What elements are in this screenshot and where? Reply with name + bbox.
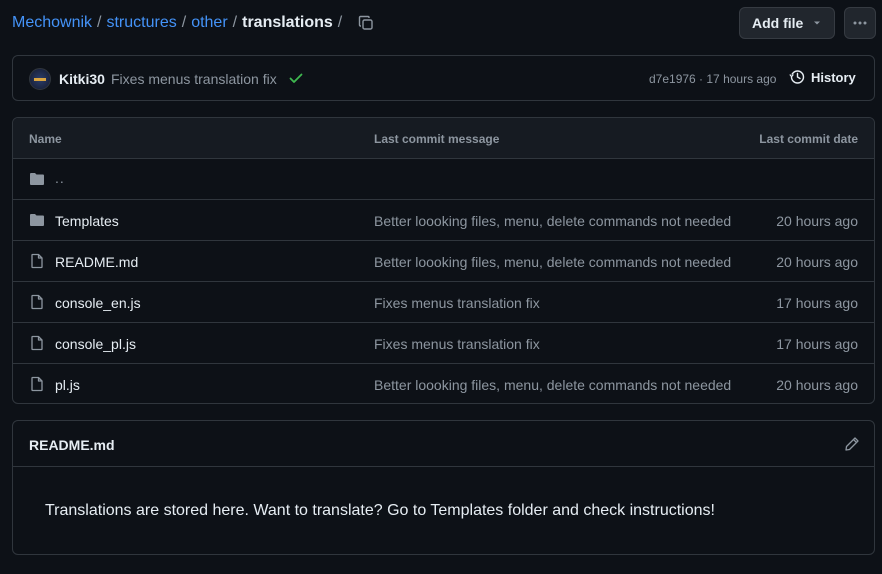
file-icon [31,335,43,351]
column-header-date: Last commit date [759,132,858,146]
commit-date: 20 hours ago [776,254,858,270]
commit-message-link[interactable]: Fixes menus translation fix [374,336,736,352]
breadcrumb-separator: / [181,14,187,31]
caret-down-icon [814,21,820,25]
commit-message-link[interactable]: Better loooking files, menu, delete comm… [374,377,736,393]
breadcrumb-separator: / [337,14,343,31]
commit-message-link[interactable]: Better loooking files, menu, delete comm… [374,213,736,229]
history-button[interactable]: History [789,69,856,85]
commit-author[interactable]: Kitki30 [59,71,105,87]
table-row[interactable]: pl.js Better loooking files, menu, delet… [13,364,874,403]
table-row[interactable]: console_pl.js Fixes menus translation fi… [13,323,874,364]
file-table: Name Last commit message Last commit dat… [12,117,875,404]
check-icon[interactable] [288,70,304,86]
commit-hash-time[interactable]: d7e1976 · 17 hours ago [649,72,776,86]
copy-icon [358,15,373,30]
table-header: Name Last commit message Last commit dat… [13,118,874,159]
file-name-link[interactable]: Templates [55,213,119,229]
file-icon [31,376,43,392]
folder-icon [30,173,44,185]
table-row[interactable]: console_en.js Fixes menus translation fi… [13,282,874,323]
add-file-label: Add file [752,15,804,31]
column-header-message: Last commit message [374,132,500,146]
top-bar: Mechownik / structures / other / transla… [12,7,876,39]
commit-date: 17 hours ago [776,336,858,352]
copy-path-button[interactable] [356,13,376,33]
breadcrumb-separator: / [97,14,102,31]
pencil-icon[interactable] [844,436,860,452]
more-options-button[interactable] [844,7,876,39]
commit-message-link[interactable]: Better loooking files, menu, delete comm… [374,254,736,270]
column-header-name: Name [29,132,62,146]
table-row[interactable]: Templates Better loooking files, menu, d… [13,200,874,241]
folder-icon [30,214,44,226]
breadcrumb-link-repo[interactable]: Mechownik [12,14,92,32]
commit-message-link[interactable]: Fixes menus translation fix [374,295,736,311]
readme-body-text: Translations are stored here. Want to tr… [45,502,715,519]
breadcrumb: Mechownik / structures / other / transla… [12,14,347,32]
table-row[interactable]: README.md Better loooking files, menu, d… [13,241,874,282]
file-name-link[interactable]: console_en.js [55,295,141,311]
history-label: History [811,69,856,85]
parent-directory-link[interactable]: .. [55,170,65,186]
parent-directory-row[interactable]: .. [13,159,874,200]
file-name-link[interactable]: pl.js [55,377,80,393]
file-name-link[interactable]: console_pl.js [55,336,136,352]
history-icon [789,70,805,84]
readme-panel: README.md Translations are stored here. … [12,420,875,555]
breadcrumb-link-other[interactable]: other [191,14,227,32]
breadcrumb-separator: / [232,14,238,31]
file-name-link[interactable]: README.md [55,254,138,270]
commit-date: 20 hours ago [776,377,858,393]
commit-date: 17 hours ago [776,295,858,311]
breadcrumb-link-structures[interactable]: structures [106,14,176,32]
readme-header: README.md [13,421,874,467]
breadcrumb-current: translations [242,14,333,31]
latest-commit-bar: Kitki30 Fixes menus translation fix d7e1… [12,55,875,101]
commit-message[interactable]: Fixes menus translation fix [111,71,277,87]
avatar-mark [34,78,46,81]
file-icon [31,294,43,310]
kebab-horizontal-icon [853,21,867,25]
commit-date: 20 hours ago [776,213,858,229]
avatar[interactable] [29,68,51,90]
file-icon [31,253,43,269]
readme-title[interactable]: README.md [29,437,115,453]
add-file-button[interactable]: Add file [739,7,835,39]
